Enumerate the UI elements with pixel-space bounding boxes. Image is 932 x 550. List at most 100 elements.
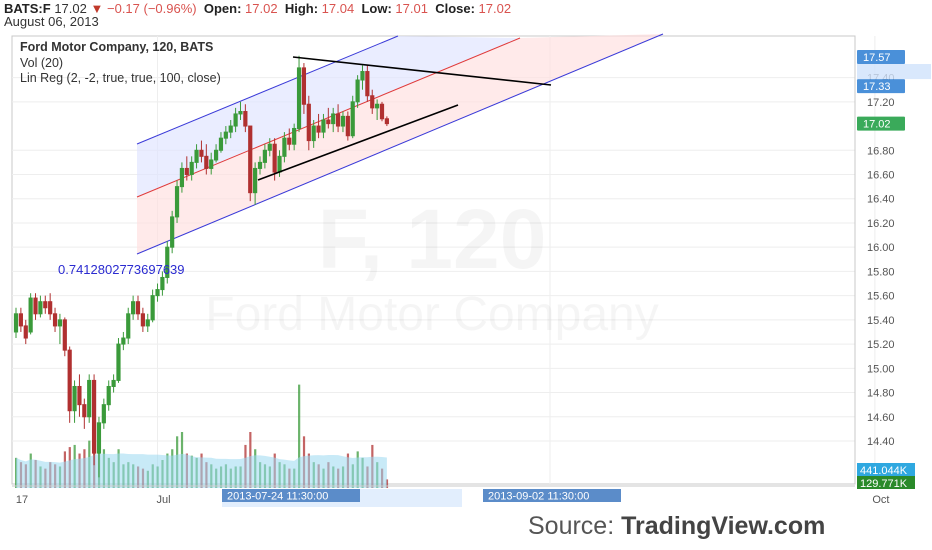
candle-body [174,186,180,218]
candle-body [345,115,350,137]
price-change: −0.17 (−0.96%) [107,1,197,16]
time-tick-label: Oct [872,494,889,506]
candle-body [213,149,219,161]
candle-body [257,161,263,169]
correlation-label: 0.741280277369763​9 [58,262,185,277]
candle-body [160,276,165,291]
candle [87,374,92,423]
time-tick-label: 17 [16,494,28,506]
candle-body [43,301,48,309]
volume-indicator-label[interactable]: Vol (20) [20,56,63,70]
candle-body [277,155,282,173]
candle [28,293,33,335]
price-tick-label: 15.60 [867,291,895,303]
candle-body [121,337,126,345]
candle-body [101,404,106,424]
candle [170,210,175,254]
volume-marker-label: 441.044K [860,465,908,477]
watermark-name: Ford Motor Company [205,288,659,341]
price-marker-label: 17.33 [863,81,891,93]
candle-body [311,125,316,142]
candle-body [282,137,287,157]
candle-body [155,289,160,297]
watermark-symbol: F, 120 [318,192,547,286]
candle-body [91,379,97,454]
candle-body [77,385,82,406]
candle-body [28,297,33,333]
price-range-highlight [857,64,931,80]
header-date: August 06, 2013 [4,14,99,29]
price-tick-label: 17.20 [867,97,895,109]
candle-body [384,118,389,125]
candle-body [365,71,370,97]
candle-body [116,343,121,381]
candle-body [243,111,248,127]
chart-title[interactable]: Ford Motor Company, 120, BATS [20,40,213,54]
close-value: 17.02 [478,1,512,16]
high-value: 17.04 [321,1,355,16]
candle [174,180,180,223]
candle-body [335,113,341,127]
candle-body [145,319,150,327]
candle-body [321,119,326,133]
candle-body [326,119,331,125]
candle [345,111,350,141]
candle [248,125,253,202]
time-marker-label: 2013-07-24 11:30:00 [227,491,328,503]
candle-body [184,167,189,176]
candle-body [218,137,224,151]
candle [116,338,121,383]
price-tick-label: 16.40 [867,194,895,206]
candle-body [194,149,199,163]
candle-body [204,155,209,169]
candle-body [170,216,175,248]
candle-body [52,313,58,327]
price-tick-label: 16.20 [867,218,895,230]
candle-body [57,319,63,327]
candle-body [38,301,43,315]
candle-body [87,379,92,418]
candle [379,101,385,122]
candle-body [228,125,233,133]
candle-body [296,67,302,129]
candle-body [272,143,277,173]
candle-body [209,159,214,169]
price-tick-label: 15.20 [867,339,895,351]
candle-body [150,295,155,321]
price-tick-label: 14.60 [867,412,895,424]
candle-body [360,71,365,81]
candle-body [189,161,194,176]
source-credit: Source: TradingView.com [528,512,825,541]
candle-body [67,349,72,412]
candle-body [223,131,228,139]
source-brand: TradingView.com [621,512,826,540]
low-value: 17.01 [395,1,428,16]
volume-marker-label: 129.771K [860,478,908,490]
candle-body [267,143,272,151]
candle-body [355,79,360,103]
linreg-indicator-label[interactable]: Lin Reg (2, -2, true, true, 100, close) [20,71,221,85]
price-tick-label: 16.80 [867,145,895,157]
close-label: Close: [435,1,475,16]
candle-body [262,149,267,163]
candle [91,374,97,466]
price-marker-label: 17.57 [863,52,891,64]
price-tick-label: 16.60 [867,170,895,182]
price-tick-label: 14.80 [867,388,895,400]
candle-body [375,103,380,109]
candle-body [23,325,28,339]
candle-body [306,103,311,142]
price-marker-label: 17.02 [863,119,891,131]
candle-body [379,103,385,120]
candle-body [111,379,116,387]
candle-body [331,113,336,125]
price-tick-label: 16.00 [867,242,895,254]
candle-body [82,404,87,418]
candle-body [126,313,131,339]
candle-body [301,67,307,105]
low-label: Low: [361,1,392,16]
candle [62,317,67,357]
candle-body [140,313,145,327]
candle-body [179,167,185,188]
time-axis: 17 Jul Oct 2013-07-24 11:30:00 2013-09-02 11… [12,485,889,507]
